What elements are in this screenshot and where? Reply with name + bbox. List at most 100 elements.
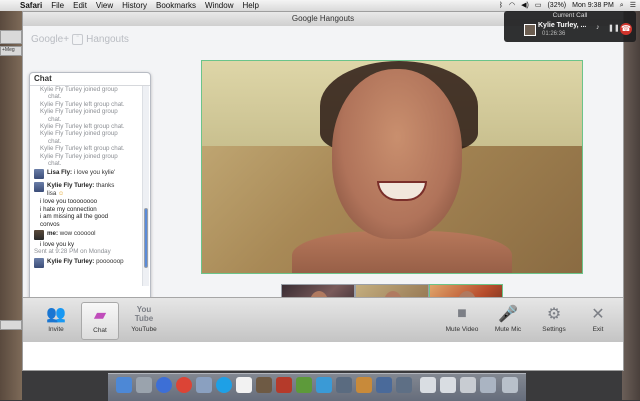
downloads-dock-icon[interactable]: [480, 377, 496, 393]
message-line: i love you ky: [40, 240, 75, 248]
finder-dock-icon[interactable]: [116, 377, 132, 393]
call-pause-icon[interactable]: ❚❚: [608, 24, 620, 32]
mute-video-button[interactable]: ■ Mute Video: [443, 302, 481, 340]
invite-label: Invite: [48, 326, 64, 333]
message-sender: me:: [47, 229, 59, 237]
itunes-dock-icon[interactable]: [296, 377, 312, 393]
current-call-header: Current Call: [552, 12, 588, 19]
menu-help[interactable]: Help: [242, 0, 258, 11]
spotlight-icon[interactable]: ⌕: [620, 0, 624, 11]
system-preferences-dock-icon[interactable]: [336, 377, 352, 393]
desktop-right: [622, 11, 640, 400]
menu-window[interactable]: Window: [205, 0, 233, 11]
chat-system-message: chat.: [48, 93, 62, 101]
clock[interactable]: Mon 9:38 PM: [572, 0, 614, 11]
menu-extras: ᛒ ◠ ◀) ▭ (32%) Mon 9:38 PM ⌕ ☰: [499, 0, 636, 11]
chat-system-message: Kylie Fly Turley left group chat.: [40, 123, 125, 131]
bluetooth-icon[interactable]: ᛒ: [499, 0, 503, 11]
wifi-icon[interactable]: ◠: [509, 0, 515, 11]
message-text: poooooop: [96, 257, 124, 265]
sent-timestamp: Sent at 9:28 PM on Monday: [34, 248, 111, 256]
call-mic-icon[interactable]: ♪: [596, 24, 600, 31]
chat-message: Kylie Fly Turley: poooooop: [30, 256, 142, 269]
chat-system-message: Kylie Fly Turley joined group: [40, 86, 118, 93]
chat-system-message: Kylie Fly Turley joined group: [40, 130, 118, 138]
photos-dock-icon[interactable]: [256, 377, 272, 393]
chat-message: Kylie Fly Turley: thanks lisa ☺: [30, 180, 142, 198]
main-video-feed[interactable]: [201, 60, 583, 274]
hangouts-content: Google+ " Hangouts Chat Kylie Fly Turley…: [23, 26, 623, 342]
microphone-icon: 🎤: [498, 306, 518, 323]
trash-dock-icon[interactable]: [502, 377, 518, 393]
dashboard-dock-icon[interactable]: [136, 377, 152, 393]
exit-button[interactable]: ✕ Exit: [579, 302, 617, 340]
preview-dock-icon[interactable]: [376, 377, 392, 393]
window-dock-icon[interactable]: [460, 377, 476, 393]
message-sender: Kylie Fly Turley:: [47, 182, 95, 190]
application-dock-icon[interactable]: [396, 377, 412, 393]
chat-scrollbar[interactable]: [142, 86, 149, 286]
chat-log[interactable]: Kylie Fly Turley joined group chat. Kyli…: [30, 86, 142, 286]
safari-dock-icon[interactable]: [156, 377, 172, 393]
background-window-stub[interactable]: [0, 30, 22, 44]
hang-up-icon[interactable]: ☎: [620, 23, 632, 35]
menu-history[interactable]: History: [122, 0, 147, 11]
mute-mic-button[interactable]: 🎤 Mute Mic: [489, 302, 527, 340]
menu-bookmarks[interactable]: Bookmarks: [156, 0, 196, 11]
skype-dock-icon[interactable]: [216, 377, 232, 393]
chat-message: me: wow coooool: [30, 228, 142, 241]
document-dock-icon[interactable]: [440, 377, 456, 393]
photobooth-dock-icon[interactable]: [276, 377, 292, 393]
logo-hangouts: Hangouts: [86, 34, 129, 45]
youtube-icon: You Tube: [134, 305, 154, 323]
volume-icon[interactable]: ◀): [521, 0, 529, 11]
hangouts-window: Google Hangouts Google+ " Hangouts Chat …: [22, 11, 624, 371]
message-line: i hate my connection: [40, 205, 97, 213]
avatar: [34, 257, 44, 268]
exit-label: Exit: [592, 326, 604, 333]
invite-button[interactable]: 👥 Invite: [37, 302, 75, 340]
chat-system-message: Kylie Fly Turley left group chat.: [40, 100, 125, 108]
document-dock-icon[interactable]: [420, 377, 436, 393]
avatar: [34, 169, 44, 180]
close-icon: ✕: [591, 306, 605, 323]
avatar: [34, 182, 44, 193]
smiley-emoji-icon: ☺: [58, 189, 65, 197]
menu-edit[interactable]: Edit: [73, 0, 87, 11]
calendar-dock-icon[interactable]: [236, 377, 252, 393]
background-tab-stub[interactable]: +Meg: [0, 46, 22, 56]
settings-button[interactable]: ⚙ Settings: [535, 302, 573, 340]
google-hangouts-logo: Google+ " Hangouts: [31, 34, 129, 45]
mute-video-label: Mute Video: [445, 326, 479, 333]
chat-system-message: Kylie Fly Turley joined group: [40, 152, 118, 160]
chat-message: Lisa Fly: i love you kylie': [30, 167, 142, 180]
message-line: i am missing all the good: [40, 213, 109, 221]
chat-system-message: chat.: [48, 160, 62, 168]
gear-icon: ⚙: [546, 306, 562, 323]
battery-percent: (32%): [547, 2, 567, 9]
background-window-stub-2[interactable]: [0, 320, 22, 330]
people-icon: 👥: [46, 306, 66, 323]
notification-center-icon[interactable]: ☰: [630, 0, 636, 11]
settings-label: Settings: [542, 326, 566, 333]
battery-icon[interactable]: ▭: [535, 0, 542, 11]
chat-scrollbar-thumb[interactable]: [144, 208, 148, 268]
mail-dock-icon[interactable]: [196, 377, 212, 393]
menu-file[interactable]: File: [51, 0, 64, 11]
chat-button[interactable]: ▰ Chat: [81, 302, 119, 340]
chat-system-message: chat.: [48, 137, 62, 145]
logo-google: Google+: [31, 34, 70, 45]
current-call-popup[interactable]: Current Call Kylie Turley, ... 01:26:36 …: [504, 11, 636, 42]
menu-view[interactable]: View: [96, 0, 113, 11]
youtube-button[interactable]: You Tube YouTube: [125, 302, 163, 340]
chrome-dock-icon[interactable]: [176, 377, 192, 393]
hangouts-logo-icon: ": [72, 34, 84, 45]
message-sender: Kylie Fly Turley:: [47, 257, 95, 265]
chat-title: Chat: [30, 73, 150, 86]
message-text: wow coooool: [59, 229, 96, 237]
message-text: thanks: [96, 182, 115, 190]
chat-bubbles-icon: ▰: [93, 307, 107, 324]
garageband-dock-icon[interactable]: [356, 377, 372, 393]
menu-app-name[interactable]: Safari: [20, 0, 42, 11]
app-store-dock-icon[interactable]: [316, 377, 332, 393]
